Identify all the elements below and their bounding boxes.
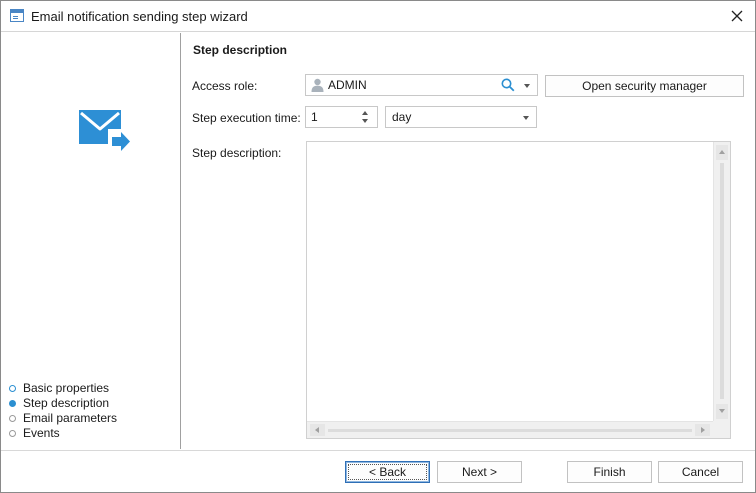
step-label: Email parameters [23,411,118,425]
step-email-parameters[interactable]: Email parameters [9,411,117,426]
step-description-label: Step description: [192,146,282,160]
section-title: Step description [193,43,288,57]
vertical-scrollbar[interactable] [713,142,730,422]
step-label: Step description [23,396,110,410]
execution-time-label: Step execution time: [192,111,301,125]
wizard-sidebar: Basic properties Step description Email … [1,33,181,449]
close-icon [731,10,743,22]
wizard-window: Email notification sending step wizard B… [0,0,756,493]
wizard-steps: Basic properties Step description Email … [9,381,117,441]
step-indicator-icon [9,430,16,437]
cancel-button[interactable]: Cancel [658,461,743,483]
step-label: Basic properties [23,381,110,395]
step-basic-properties[interactable]: Basic properties [9,381,117,396]
access-role-label: Access role: [192,79,258,93]
execution-time-value: 1 [311,110,318,124]
close-button[interactable] [727,7,747,25]
user-icon [311,78,324,92]
access-role-combo[interactable]: ADMIN [305,74,538,96]
time-unit-combo[interactable]: day [385,106,537,128]
email-send-icon [79,110,134,157]
step-description-textarea[interactable] [306,141,731,439]
stepper-up-icon[interactable] [362,111,368,115]
scrollbar-corner [713,421,730,438]
window-title: Email notification sending step wizard [31,9,248,24]
step-label: Events [23,426,60,440]
execution-time-stepper[interactable]: 1 [305,106,378,128]
step-indicator-icon [9,415,16,422]
scroll-left-icon[interactable] [310,424,325,436]
step-indicator-icon [9,385,16,392]
open-security-manager-button[interactable]: Open security manager [545,75,744,97]
next-button[interactable]: Next > [437,461,522,483]
window-icon [10,9,24,22]
scroll-right-icon[interactable] [695,424,710,436]
stepper-down-icon[interactable] [362,119,368,123]
scroll-down-icon[interactable] [716,404,728,419]
step-indicator-icon [9,400,16,407]
time-unit-value: day [392,110,412,124]
chevron-down-icon[interactable] [524,84,530,88]
chevron-down-icon[interactable] [523,116,529,120]
step-step-description[interactable]: Step description [9,396,117,411]
scroll-track[interactable] [328,429,692,432]
step-events[interactable]: Events [9,426,117,441]
focus-ring [348,464,427,480]
access-role-value: ADMIN [328,78,367,92]
scroll-up-icon[interactable] [716,145,728,160]
title-bar: Email notification sending step wizard [1,1,755,32]
step-content: Step description Access role: ADMIN Open… [182,33,755,449]
search-icon[interactable] [501,78,515,92]
wizard-footer: < Back Next > Finish Cancel [1,450,755,492]
scroll-track[interactable] [720,163,724,399]
horizontal-scrollbar[interactable] [307,421,713,438]
back-button[interactable]: < Back [345,461,430,483]
finish-button[interactable]: Finish [567,461,652,483]
